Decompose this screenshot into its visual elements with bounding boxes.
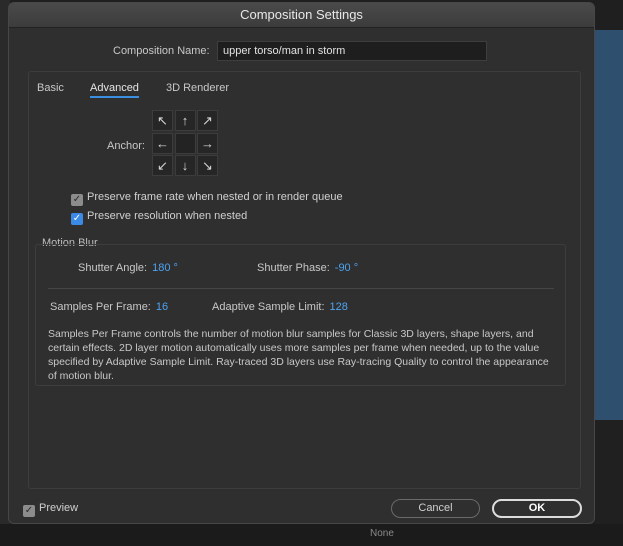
composition-name-input[interactable]: upper torso/man in storm xyxy=(217,41,487,61)
preserve-resolution-option[interactable]: ✓ Preserve resolution when nested xyxy=(71,210,247,225)
background-app-bottom xyxy=(0,524,623,546)
shutter-phase-field: Shutter Phase: -90 ° xyxy=(257,262,358,274)
anchor-label: Anchor: xyxy=(107,140,145,152)
preview-label: Preview xyxy=(39,502,79,514)
checkmark-icon[interactable]: ✓ xyxy=(71,194,83,206)
shutter-angle-value[interactable]: 180 ° xyxy=(152,262,178,274)
settings-panel: Basic Advanced 3D Renderer Anchor: ↖ ↑ ↗… xyxy=(28,71,581,489)
shutter-phase-label: Shutter Phase: xyxy=(257,262,330,274)
samples-per-frame-value[interactable]: 16 xyxy=(156,301,168,313)
cancel-button[interactable]: Cancel xyxy=(391,499,480,518)
adaptive-sample-limit-field: Adaptive Sample Limit: 128 xyxy=(212,301,348,313)
composition-name-row: Composition Name: upper torso/man in sto… xyxy=(9,41,594,63)
preserve-frame-rate-label: Preserve frame rate when nested or in re… xyxy=(87,191,343,203)
anchor-grid: ↖ ↑ ↗ ← → ↙ ↓ ↘ xyxy=(152,110,218,176)
preserve-frame-rate-option[interactable]: ✓ Preserve frame rate when nested or in r… xyxy=(71,191,343,206)
preserve-resolution-label: Preserve resolution when nested xyxy=(87,210,248,222)
anchor-right-arrow-icon[interactable]: → xyxy=(197,132,218,154)
tab-advanced[interactable]: Advanced xyxy=(90,82,139,98)
preview-option[interactable]: ✓ Preview xyxy=(23,502,78,517)
composition-settings-dialog: Composition Settings Composition Name: u… xyxy=(8,2,595,524)
anchor-left-arrow-icon[interactable]: ← xyxy=(152,132,173,154)
anchor-top-left-arrow-icon[interactable]: ↖ xyxy=(152,110,173,131)
anchor-top-arrow-icon[interactable]: ↑ xyxy=(174,110,196,131)
tab-basic[interactable]: Basic xyxy=(37,82,64,94)
dialog-title: Composition Settings xyxy=(9,3,594,28)
composition-name-label: Composition Name: xyxy=(113,45,210,57)
ok-button[interactable]: OK xyxy=(492,499,582,518)
motion-blur-section: Shutter Angle: 180 ° Shutter Phase: -90 ° … xyxy=(35,244,566,386)
adaptive-sample-limit-value[interactable]: 128 xyxy=(330,301,348,313)
samples-per-frame-field: Samples Per Frame: 16 xyxy=(50,301,168,313)
shutter-angle-label: Shutter Angle: xyxy=(78,262,148,274)
tab-3d-renderer[interactable]: 3D Renderer xyxy=(166,82,229,94)
shutter-phase-value[interactable]: -90 ° xyxy=(335,262,358,274)
background-app-right xyxy=(595,30,623,420)
anchor-bottom-arrow-icon[interactable]: ↓ xyxy=(174,155,196,176)
samples-per-frame-label: Samples Per Frame: xyxy=(50,301,151,313)
anchor-center-button[interactable] xyxy=(174,132,196,154)
anchor-top-right-arrow-icon[interactable]: ↗ xyxy=(197,110,218,131)
anchor-bottom-left-arrow-icon[interactable]: ↙ xyxy=(152,155,173,176)
anchor-bottom-right-arrow-icon[interactable]: ↘ xyxy=(197,155,218,176)
adaptive-sample-limit-label: Adaptive Sample Limit: xyxy=(212,301,325,313)
shutter-angle-field: Shutter Angle: 180 ° xyxy=(78,262,178,274)
checkmark-icon[interactable]: ✓ xyxy=(23,505,35,517)
motion-blur-divider xyxy=(48,288,554,289)
motion-blur-description: Samples Per Frame controls the number of… xyxy=(48,328,549,382)
background-dropdown-text: None xyxy=(370,528,394,539)
checkmark-icon[interactable]: ✓ xyxy=(71,213,83,225)
